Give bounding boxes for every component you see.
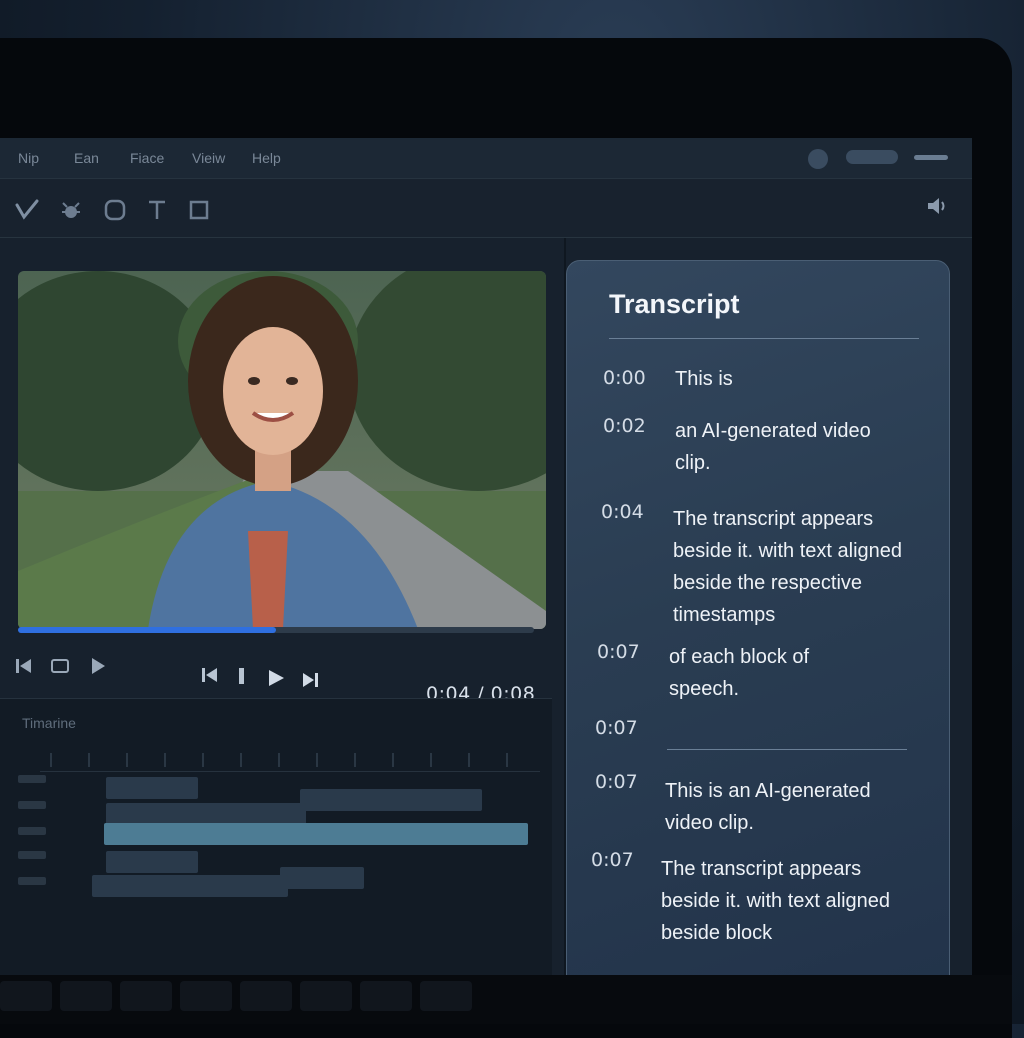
track-label: [18, 801, 46, 809]
timeline-clip[interactable]: [106, 803, 306, 825]
transcript-title: Transcript: [609, 289, 740, 319]
timeline-clip[interactable]: [92, 875, 288, 897]
toolbar: [0, 179, 972, 238]
transcript-text: The transcript appears beside it. with t…: [661, 858, 891, 944]
text-icon[interactable]: [144, 197, 170, 223]
menu-help[interactable]: Help: [252, 150, 281, 166]
playback-progress-bar[interactable]: [18, 627, 534, 633]
pen-icon[interactable]: [14, 197, 40, 223]
transcript-timestamp[interactable]: 0:07: [591, 849, 634, 871]
menu-frame[interactable]: Fiace: [130, 150, 164, 166]
frame-icon[interactable]: [50, 656, 70, 676]
section-divider: [667, 749, 907, 750]
menu-file[interactable]: Nip: [18, 150, 39, 166]
transcript-timestamp[interactable]: 0:00: [603, 367, 646, 389]
track-label: [18, 827, 46, 835]
playback-progress-fill: [18, 627, 276, 633]
next-icon[interactable]: [300, 670, 320, 690]
window-dot-button[interactable]: [808, 149, 828, 169]
transcript-timestamp[interactable]: 0:02: [603, 415, 646, 437]
timeline-clip-active[interactable]: [104, 823, 528, 845]
transcript-text: an AI-generated video clip.: [675, 420, 871, 474]
previous-icon[interactable]: [200, 665, 220, 685]
transcript-text: of each block of speech.: [669, 646, 810, 700]
timeline-clip[interactable]: [280, 867, 364, 889]
minimize-button[interactable]: [914, 155, 948, 160]
timeline-ruler[interactable]: [40, 747, 540, 772]
menu-view[interactable]: Vieiw: [192, 150, 225, 166]
pause-icon[interactable]: [232, 666, 252, 686]
transcript-text: This is an AI-generated video clip.: [665, 780, 871, 834]
transcript-timestamp[interactable]: 0:07: [595, 717, 638, 739]
crop-icon[interactable]: [186, 197, 212, 223]
transcript-panel: Transcript 0:00 This is 0:02 an AI-gener…: [566, 260, 950, 994]
track-label: [18, 877, 46, 885]
play-icon[interactable]: [88, 656, 108, 676]
menu-bar: Nip Ean Fiace Vieiw Help: [0, 138, 972, 179]
transcript-text: This is: [675, 368, 733, 390]
window-pill-button[interactable]: [846, 150, 898, 164]
skip-to-start-icon[interactable]: [14, 656, 34, 676]
menu-edit[interactable]: Ean: [74, 150, 99, 166]
transcript-timestamp[interactable]: 0:04: [601, 501, 644, 523]
video-preview[interactable]: [18, 271, 546, 629]
transcript-timestamp[interactable]: 0:07: [597, 641, 640, 663]
timeline-clip[interactable]: [106, 777, 198, 799]
timeline-clip[interactable]: [300, 789, 482, 811]
app-window: Nip Ean Fiace Vieiw Help 0:04 / 0:08 Tim…: [0, 138, 972, 1010]
shape-icon[interactable]: [102, 197, 128, 223]
title-divider: [609, 338, 919, 339]
bug-icon[interactable]: [58, 197, 84, 223]
timeline-clip[interactable]: [106, 851, 198, 873]
timeline-panel: Timarine: [0, 698, 552, 1010]
transcript-text: The transcript appears beside it. with t…: [673, 508, 903, 626]
speaker-icon[interactable]: [924, 193, 950, 219]
transcript-timestamp[interactable]: 0:07: [595, 771, 638, 793]
track-label: [18, 775, 46, 783]
track-label: [18, 851, 46, 859]
laptop-keyboard: [0, 975, 1012, 1024]
timeline-title: Timarine: [22, 715, 76, 731]
laptop-bezel: Nip Ean Fiace Vieiw Help 0:04 / 0:08 Tim…: [0, 38, 1012, 1038]
play-main-icon[interactable]: [266, 668, 286, 688]
